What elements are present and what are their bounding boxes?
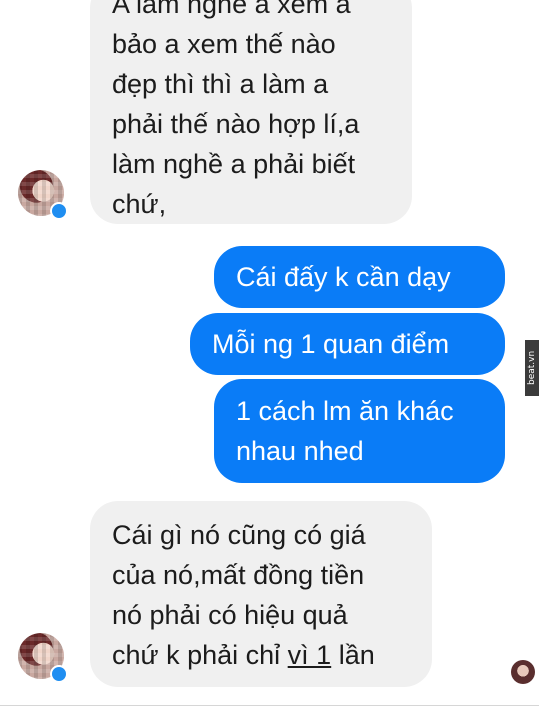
incoming-message: A làm nghề a xem a bảo a xem thế nào đẹp…: [90, 0, 412, 224]
message-line: của nó,mất đồng tiền: [112, 560, 365, 590]
message-line: chứ,: [112, 189, 167, 219]
message-line: nó phải có hiệu quả: [112, 600, 348, 630]
incoming-message: Cái gì nó cũng có giá của nó,mất đồng ti…: [90, 501, 432, 687]
watermark: beat.vn: [525, 340, 539, 396]
message-line: làm nghề a phải biết: [112, 149, 356, 179]
message-text: lần: [331, 640, 375, 670]
sender-avatar[interactable]: [18, 170, 68, 220]
message-line: chứ k phải chỉ vì 1 lần: [112, 635, 410, 675]
message-line: Mỗi ng 1 quan điểm: [212, 329, 450, 359]
message-line: nhau nhed: [236, 436, 364, 466]
messenger-badge-icon: [50, 202, 68, 220]
outgoing-message: 1 cách lm ăn khác nhau nhed: [214, 379, 505, 483]
message-line: Cái gì nó cũng có giá: [112, 520, 366, 550]
seen-avatar-icon: [511, 660, 535, 684]
message-text: chứ k phải chỉ: [112, 640, 288, 670]
message-line: Cái đấy k cần dạy: [236, 262, 451, 292]
message-line: bảo a xem thế nào: [112, 29, 336, 59]
message-line: đẹp thì thì a làm a: [112, 69, 329, 99]
message-line: A làm nghề a xem a: [112, 0, 351, 19]
outgoing-message: Mỗi ng 1 quan điểm: [190, 313, 505, 375]
messenger-badge-icon: [50, 665, 68, 683]
divider: [0, 705, 539, 706]
sender-avatar[interactable]: [18, 633, 68, 683]
message-line: phải thế nào hợp lí,a: [112, 109, 360, 139]
underlined-text: vì 1: [287, 640, 332, 670]
message-line: 1 cách lm ăn khác: [236, 396, 454, 426]
outgoing-message: Cái đấy k cần dạy: [214, 246, 505, 308]
